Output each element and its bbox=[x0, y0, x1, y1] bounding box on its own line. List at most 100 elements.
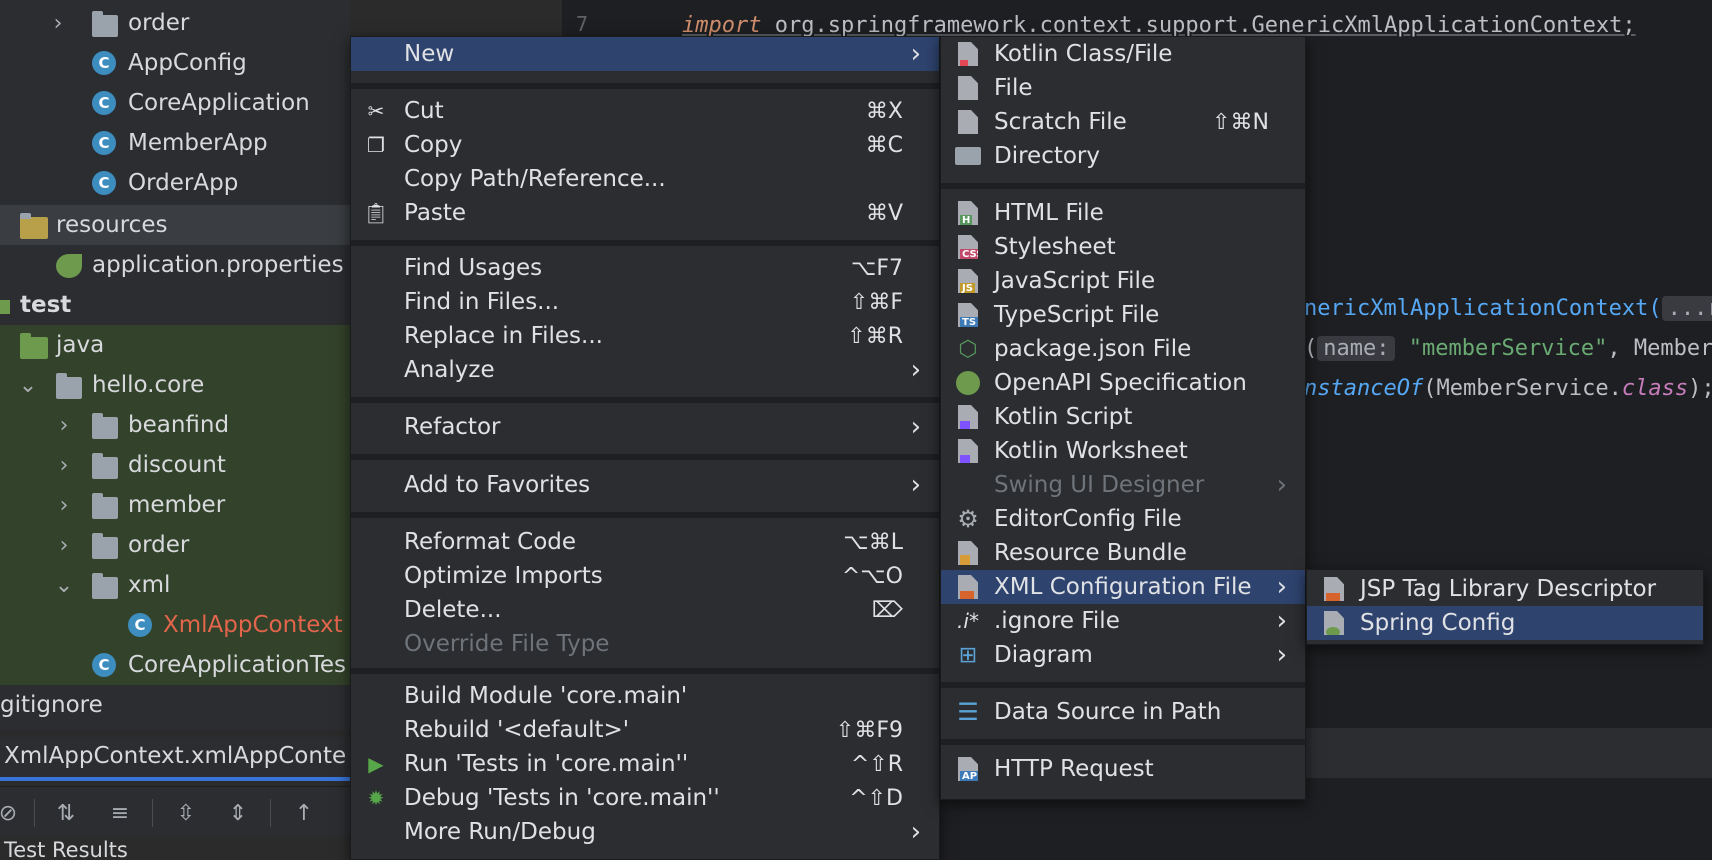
tree-item-order-test[interactable]: › order bbox=[0, 525, 350, 565]
tree-item-xmlappcontext[interactable]: C XmlAppContext bbox=[0, 605, 350, 645]
tree-item-member[interactable]: › member bbox=[0, 485, 350, 525]
menu-item-find-usages[interactable]: Find Usages ⌥F7 bbox=[351, 251, 939, 285]
menu-item-openapi[interactable]: OpenAPI Specification bbox=[941, 366, 1305, 400]
nodejs-icon: ⬡ bbox=[958, 336, 978, 362]
chevron-right-icon: › bbox=[1276, 572, 1287, 602]
menu-item-scratch-file[interactable]: Scratch File ⇧⌘N bbox=[941, 105, 1305, 139]
previous-failed-icon[interactable]: ↑ bbox=[290, 799, 318, 827]
tree-item-appconfig[interactable]: C AppConfig bbox=[0, 43, 350, 83]
menu-item-paste[interactable]: 📋︎ Paste ⌘V bbox=[351, 196, 939, 230]
import-line[interactable]: import org.springframework.context.suppo… bbox=[682, 13, 1636, 38]
tree-item-hello-core[interactable]: ⌄ hello.core bbox=[0, 365, 350, 405]
tree-item-coreapplicationtests[interactable]: C CoreApplicationTes bbox=[0, 645, 350, 685]
chevron-right-icon[interactable]: › bbox=[54, 453, 74, 478]
chevron-down-icon[interactable]: ⌄ bbox=[54, 573, 74, 598]
menu-item-cut[interactable]: ✂ Cut ⌘X bbox=[351, 94, 939, 128]
package-icon bbox=[92, 573, 118, 599]
chevron-right-icon[interactable]: › bbox=[54, 493, 74, 518]
database-icon: ☰ bbox=[957, 698, 979, 726]
tree-item-resources[interactable]: resources bbox=[0, 205, 350, 245]
tree-item-orderapp[interactable]: C OrderApp bbox=[0, 163, 350, 203]
new-submenu: Kotlin Class/File File Scratch File ⇧⌘N … bbox=[940, 36, 1306, 800]
xml-file-icon bbox=[1321, 576, 1347, 602]
menu-item-file[interactable]: File bbox=[941, 71, 1305, 105]
tree-item-discount[interactable]: › discount bbox=[0, 445, 350, 485]
sort-by-duration-icon[interactable]: ≡ bbox=[106, 799, 134, 827]
code-line-context[interactable]: nericXmlApplicationContext(...re bbox=[1304, 296, 1712, 321]
menu-item-more-run-debug[interactable]: More Run/Debug › bbox=[351, 815, 939, 849]
menu-item-debug-tests[interactable]: ✹ Debug 'Tests in 'core.main'' ^⇧D bbox=[351, 781, 939, 815]
menu-separator bbox=[351, 454, 939, 460]
menu-item-rebuild[interactable]: Rebuild '<default>' ⇧⌘F9 bbox=[351, 713, 939, 747]
menu-item-http-request[interactable]: API HTTP Request bbox=[941, 752, 1305, 786]
stop-icon[interactable]: ⊘ bbox=[0, 799, 22, 827]
properties-file-icon bbox=[56, 254, 82, 278]
chevron-right-icon[interactable]: › bbox=[54, 413, 74, 438]
scissors-icon: ✂ bbox=[367, 99, 385, 123]
menu-separator bbox=[351, 668, 939, 674]
chevron-right-icon: › bbox=[1276, 640, 1287, 670]
code-line-getbean[interactable]: (name: "memberService", Member bbox=[1304, 336, 1712, 361]
menu-item-stylesheet[interactable]: CSS Stylesheet bbox=[941, 230, 1305, 264]
menu-item-spring-config[interactable]: Spring Config bbox=[1307, 606, 1703, 640]
menu-item-run-tests[interactable]: ▶ Run 'Tests in 'core.main'' ^⇧R bbox=[351, 747, 939, 781]
test-class-icon: C bbox=[92, 653, 116, 677]
tree-item-beanfind[interactable]: › beanfind bbox=[0, 405, 350, 445]
tree-item-gitignore[interactable]: gitignore bbox=[0, 685, 350, 725]
menu-item-ignore-file[interactable]: .i* .ignore File › bbox=[941, 604, 1305, 638]
sort-alphabetically-icon[interactable]: ⇅ bbox=[52, 799, 80, 827]
code-line-assert[interactable]: nstanceOf(MemberService.class); bbox=[1304, 376, 1712, 401]
menu-item-resource-bundle[interactable]: Resource Bundle bbox=[941, 536, 1305, 570]
menu-item-html-file[interactable]: H HTML File bbox=[941, 196, 1305, 230]
chevron-right-icon[interactable]: › bbox=[54, 533, 74, 558]
menu-item-kotlin-class[interactable]: Kotlin Class/File bbox=[941, 37, 1305, 71]
menu-item-kotlin-script[interactable]: Kotlin Script bbox=[941, 400, 1305, 434]
tree-item-coreapplication[interactable]: C CoreApplication bbox=[0, 83, 350, 123]
tree-item-test[interactable]: test bbox=[0, 285, 350, 325]
menu-item-analyze[interactable]: Analyze › bbox=[351, 353, 939, 387]
tree-item-xml[interactable]: ⌄ xml bbox=[0, 565, 350, 605]
tree-item-application-properties[interactable]: application.properties bbox=[0, 245, 350, 285]
resources-folder-icon bbox=[20, 213, 48, 239]
project-tree: › order C AppConfig C CoreApplication C … bbox=[0, 0, 350, 730]
menu-item-directory[interactable]: Directory bbox=[941, 139, 1305, 173]
menu-separator bbox=[351, 512, 939, 518]
menu-item-optimize-imports[interactable]: Optimize Imports ^⌥O bbox=[351, 559, 939, 593]
runnable-class-icon: C bbox=[92, 171, 116, 195]
resource-bundle-icon bbox=[955, 540, 981, 566]
menu-item-add-to-favorites[interactable]: Add to Favorites › bbox=[351, 468, 939, 502]
package-icon bbox=[92, 493, 118, 519]
kotlin-script-icon bbox=[955, 404, 981, 430]
menu-item-copy-path[interactable]: Copy Path/Reference... bbox=[351, 162, 939, 196]
chevron-right-icon: › bbox=[1276, 470, 1287, 500]
menu-item-editorconfig[interactable]: ⚙ EditorConfig File bbox=[941, 502, 1305, 536]
kotlin-file-icon bbox=[955, 41, 981, 67]
tree-item-memberapp[interactable]: C MemberApp bbox=[0, 123, 350, 163]
menu-item-data-source[interactable]: ☰ Data Source in Path bbox=[941, 695, 1305, 729]
tree-item-order[interactable]: › order bbox=[0, 3, 350, 43]
expand-all-icon[interactable]: ⇳ bbox=[172, 799, 200, 827]
menu-item-diagram[interactable]: ⊞ Diagram › bbox=[941, 638, 1305, 672]
menu-item-javascript-file[interactable]: JS JavaScript File bbox=[941, 264, 1305, 298]
menu-item-refactor[interactable]: Refactor › bbox=[351, 410, 939, 444]
javascript-file-icon: JS bbox=[955, 268, 981, 294]
chevron-right-icon[interactable]: › bbox=[48, 11, 68, 36]
toolbar-divider bbox=[270, 799, 271, 827]
menu-item-xml-configuration-file[interactable]: XML Configuration File › bbox=[941, 570, 1305, 604]
collapse-all-icon[interactable]: ⇕ bbox=[224, 799, 252, 827]
tree-item-java[interactable]: java bbox=[0, 325, 350, 365]
menu-item-delete[interactable]: Delete... ⌦ bbox=[351, 593, 939, 627]
run-tab[interactable]: XmlAppContext.xmlAppConte bbox=[4, 743, 346, 769]
menu-item-package-json[interactable]: ⬡ package.json File bbox=[941, 332, 1305, 366]
menu-item-new[interactable]: New › bbox=[351, 37, 939, 71]
chevron-down-icon[interactable]: ⌄ bbox=[18, 373, 38, 398]
menu-item-kotlin-worksheet[interactable]: Kotlin Worksheet bbox=[941, 434, 1305, 468]
menu-item-jsp-tag-library[interactable]: JSP Tag Library Descriptor bbox=[1307, 572, 1703, 606]
menu-item-replace-in-files[interactable]: Replace in Files... ⇧⌘R bbox=[351, 319, 939, 353]
menu-item-copy[interactable]: ❐ Copy ⌘C bbox=[351, 128, 939, 162]
menu-item-find-in-files[interactable]: Find in Files... ⇧⌘F bbox=[351, 285, 939, 319]
menu-item-typescript-file[interactable]: TS TypeScript File bbox=[941, 298, 1305, 332]
menu-item-reformat-code[interactable]: Reformat Code ⌥⌘L bbox=[351, 525, 939, 559]
class-icon: C bbox=[92, 51, 116, 75]
menu-item-build-module[interactable]: Build Module 'core.main' bbox=[351, 679, 939, 713]
